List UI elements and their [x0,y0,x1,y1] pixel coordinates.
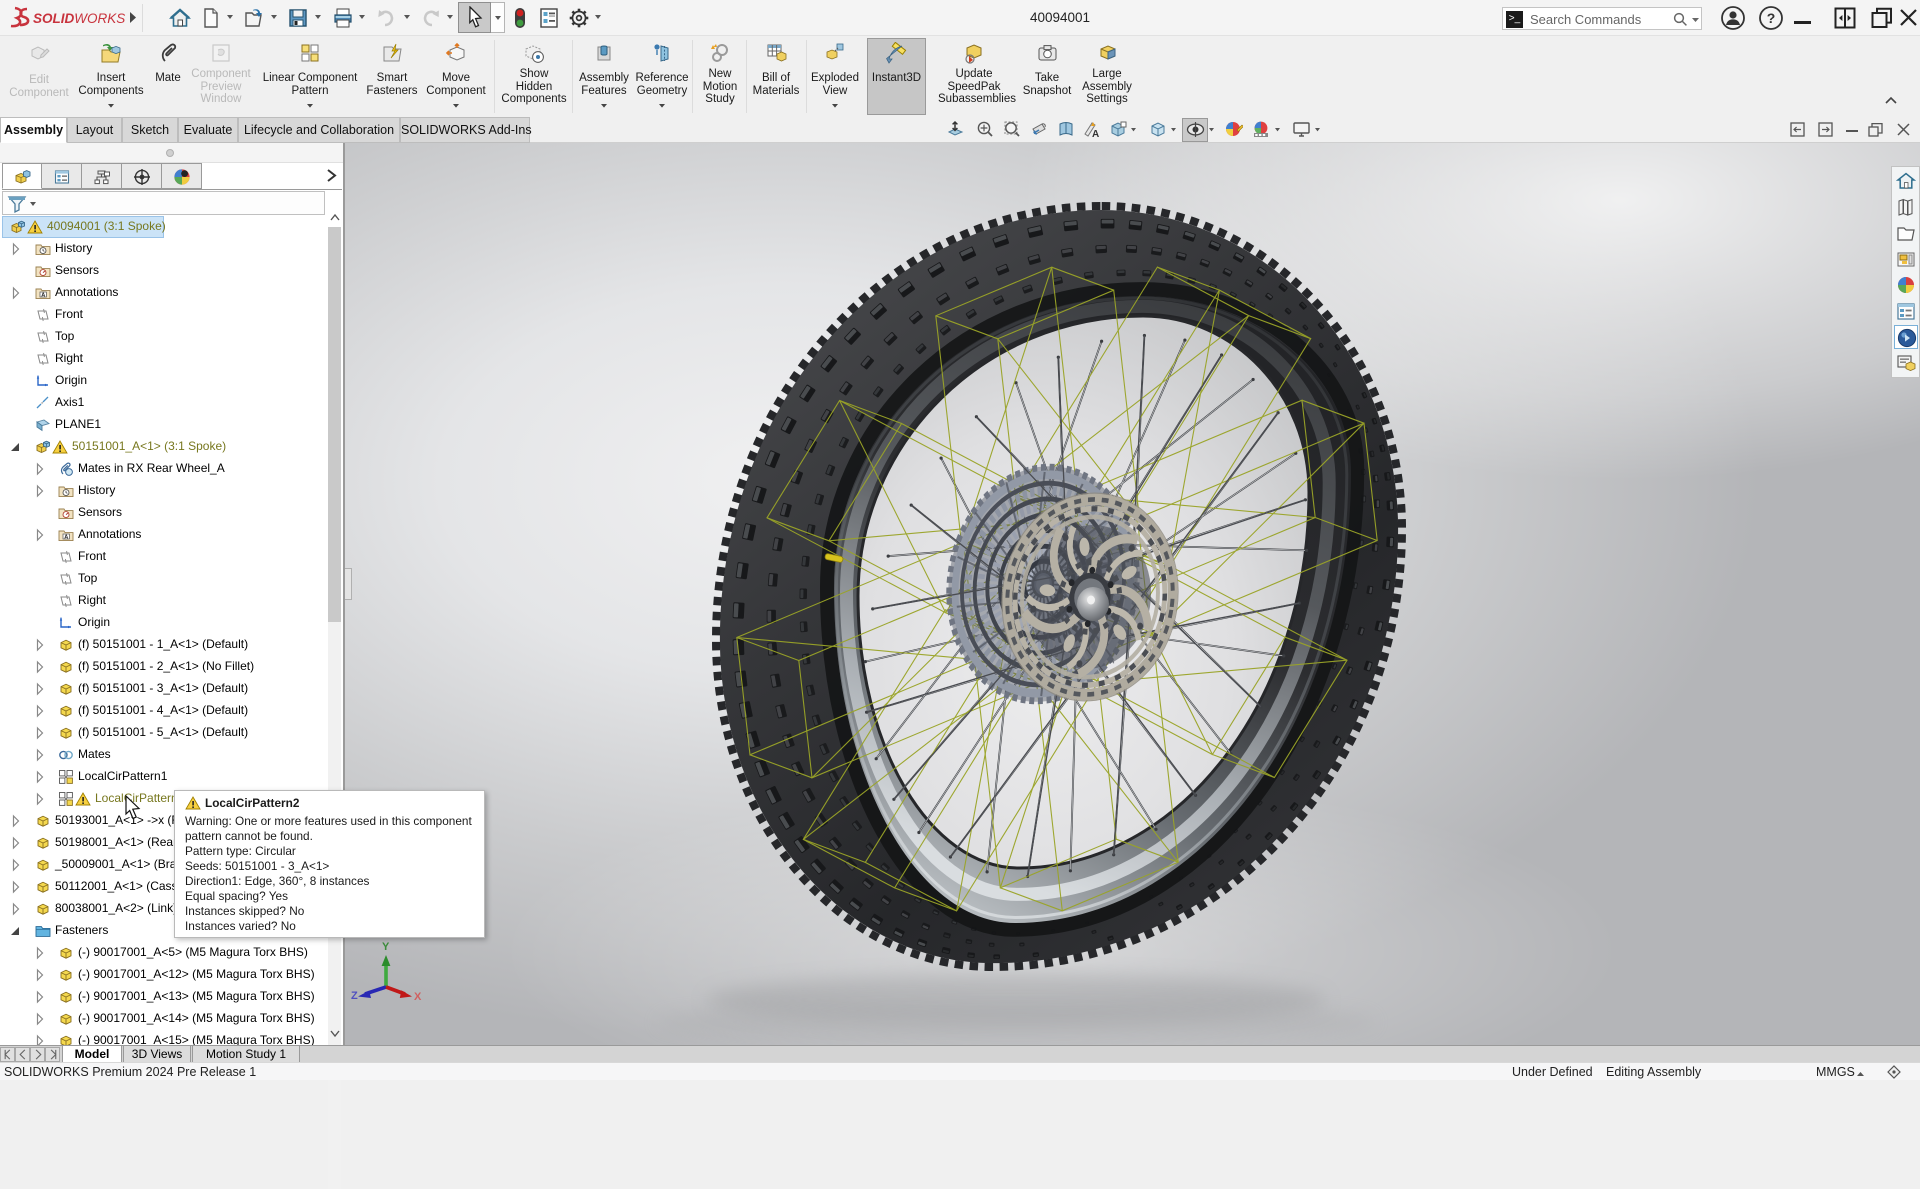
svg-text:X: X [414,991,422,1003]
svg-text:?: ? [1767,10,1776,26]
svg-text:SOLIDWORKS: SOLIDWORKS [33,11,125,26]
svg-text:A: A [1092,129,1099,139]
svg-text:Y: Y [382,941,390,953]
svg-text:Z: Z [351,990,358,1002]
